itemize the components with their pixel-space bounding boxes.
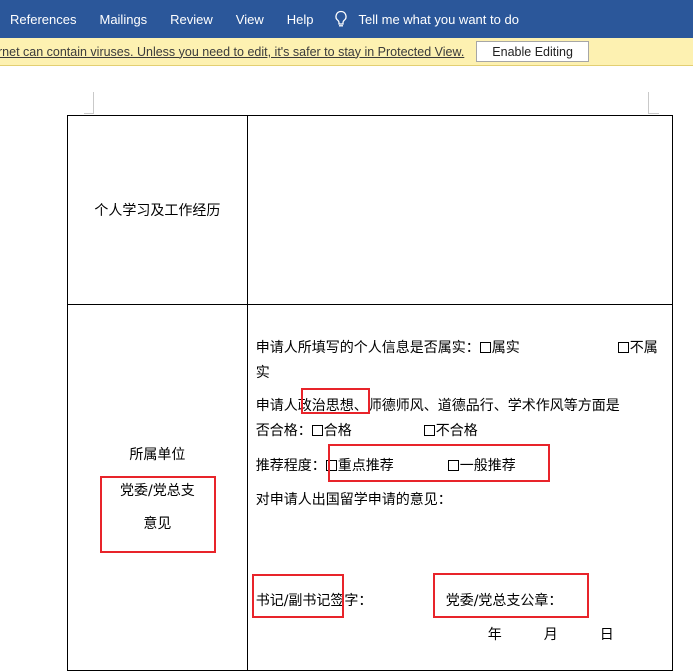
tab-view[interactable]: View (226, 12, 277, 27)
highlight-box-political (300, 388, 370, 414)
margin-mark-left (93, 92, 94, 114)
ribbon-tab-bar: References Mailings Review View Help Tel… (0, 0, 693, 38)
label-cell-opinion: 所属单位 党委/党总支 意见 (67, 304, 248, 671)
opt-true-label: 属实 (491, 340, 520, 356)
experience-label: 个人学习及工作经历 (94, 203, 221, 219)
tab-review[interactable]: Review (160, 12, 226, 27)
margin-mark-right (648, 92, 649, 114)
eval-question-b: 否合格： (255, 423, 312, 439)
opinion-prompt: 对申请人出国留学申请的意见： (255, 492, 452, 508)
margin-mark-left-h (84, 113, 94, 114)
protected-view-bar: rnet can contain viruses. Unless you nee… (0, 38, 693, 66)
highlight-box-recommend (327, 444, 550, 482)
lightbulb-icon (334, 10, 347, 27)
date-month: 月 (543, 627, 558, 643)
application-form-table: 个人学习及工作经历 所属单位 党委/党总支 意见 申请人所填写的个人信息是否属实… (67, 115, 674, 671)
checkbox-fail[interactable] (423, 425, 435, 436)
recommend-label: 推荐程度： (255, 458, 326, 474)
label-cell-experience: 个人学习及工作经历 (67, 115, 248, 305)
date-year: 年 (487, 627, 502, 643)
tell-me-label: Tell me what you want to do (358, 11, 519, 27)
info-question: 申请人所填写的个人信息是否属实： (255, 340, 480, 356)
protected-view-message[interactable]: rnet can contain viruses. Unless you nee… (0, 45, 464, 59)
checkbox-pass[interactable] (311, 425, 323, 436)
opt-pass-label: 合格 (323, 423, 352, 439)
highlight-box-party-committee (100, 476, 216, 553)
table-row-opinion: 所属单位 党委/党总支 意见 申请人所填写的个人信息是否属实： 属实 不属 实 申… (67, 304, 674, 671)
opinion-content-cell[interactable]: 申请人所填写的个人信息是否属实： 属实 不属 实 申请人政治思想、师德师风、道德品… (246, 304, 674, 671)
unit-label: 所属单位 (129, 447, 186, 463)
opt-fail-line: 不合格 (423, 420, 478, 440)
margin-mark-right-h (649, 113, 659, 114)
tab-mailings[interactable]: Mailings (89, 12, 160, 27)
document-page[interactable]: 个人学习及工作经历 所属单位 党委/党总支 意见 申请人所填写的个人信息是否属实… (0, 66, 693, 672)
highlight-box-seal (432, 573, 589, 618)
highlight-box-signature (251, 574, 344, 618)
table-row-experience: 个人学习及工作经历 (67, 115, 674, 305)
experience-content-cell[interactable] (246, 115, 674, 305)
info-question-line: 申请人所填写的个人信息是否属实： 属实 (256, 337, 520, 357)
checkbox-false[interactable] (617, 342, 629, 353)
opt-fail-label: 不合格 (435, 423, 478, 439)
enable-editing-button[interactable]: Enable Editing (476, 41, 589, 62)
tab-references[interactable]: References (0, 12, 89, 27)
opt-false-line: 不属 (617, 337, 658, 357)
eval-question-line2: 否合格： 合格 (256, 420, 352, 440)
date-day: 日 (599, 627, 614, 643)
tab-help[interactable]: Help (277, 12, 327, 27)
tell-me-search[interactable]: Tell me what you want to do (333, 10, 519, 28)
opt-false-wrap: 实 (255, 365, 270, 381)
checkbox-true[interactable] (479, 342, 491, 353)
opt-false-label: 不属 (629, 340, 658, 356)
